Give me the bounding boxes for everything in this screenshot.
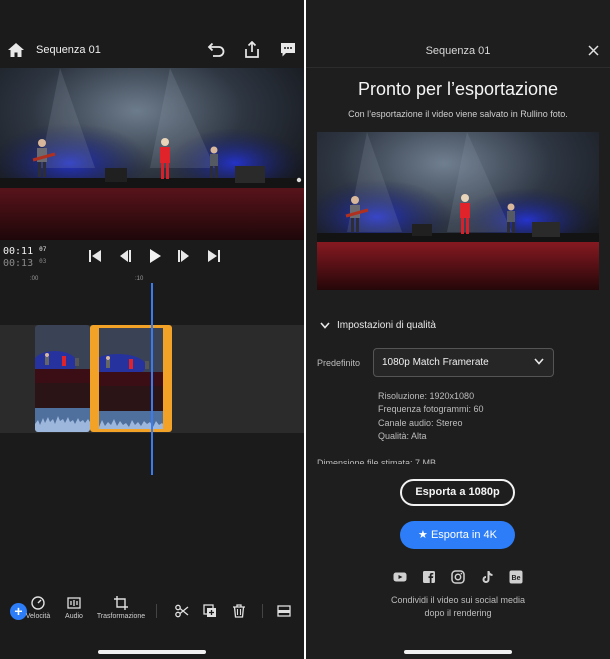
playhead[interactable]: [151, 283, 153, 475]
spec-audio-channel: Canale audio: Stereo: [378, 418, 463, 428]
clip-audio-track: [35, 408, 90, 432]
quality-settings-toggle[interactable]: Impostazioni di qualità: [320, 320, 436, 331]
audio-waveform: [35, 416, 90, 432]
transform-icon: [114, 596, 128, 610]
video-clip-2-selected[interactable]: [90, 325, 172, 432]
more-icon[interactable]: [277, 605, 291, 617]
preset-value: 1080p Match Framerate: [382, 357, 489, 368]
comment-icon[interactable]: [280, 42, 296, 58]
transform-label: Trasformazione: [96, 613, 146, 620]
facebook-icon[interactable]: [422, 570, 436, 584]
current-time: 00:11: [3, 246, 34, 257]
current-timecode: 00:11 07: [3, 246, 46, 257]
transform-tool[interactable]: Trasformazione: [96, 596, 146, 620]
clip-thumbnail: [35, 325, 90, 383]
export-4k-label: Esporta in 4K: [430, 529, 497, 541]
cut-icon[interactable]: [175, 604, 189, 618]
speed-tool[interactable]: Velocità: [24, 596, 52, 620]
trash-icon[interactable]: [232, 604, 246, 618]
behance-icon[interactable]: Be: [509, 570, 523, 584]
speed-label: Velocità: [25, 613, 51, 620]
total-time: 00:13: [3, 258, 34, 269]
clip-audio-track: [93, 411, 169, 429]
ruler-mark-0: :00: [30, 276, 39, 282]
total-frames: 03: [39, 258, 47, 265]
close-icon[interactable]: [588, 45, 599, 56]
spec-quality: Qualità: Alta: [378, 431, 427, 441]
undo-icon[interactable]: [207, 42, 225, 58]
total-timecode: 00:13 03: [3, 258, 46, 269]
share-line-1: Condividi il video sui social media: [390, 595, 526, 605]
toolbar-divider: [262, 604, 263, 618]
video-clip-1[interactable]: [35, 325, 90, 432]
svg-text:Be: Be: [512, 575, 521, 582]
export-4k-button[interactable]: ★ Esporta in 4K: [400, 521, 515, 549]
export-1080p-button[interactable]: Esporta a 1080p: [400, 479, 515, 506]
chevron-down-icon: [534, 358, 544, 365]
toolbar-divider: [156, 604, 157, 618]
speed-icon: [31, 596, 45, 610]
chevron-down-icon: [320, 322, 330, 329]
export-heading: Pronto per l’esportazione: [357, 79, 559, 99]
audio-icon: [67, 597, 81, 609]
star-icon: ★: [418, 529, 428, 541]
add-icon: +: [14, 603, 23, 619]
audio-waveform: [93, 419, 169, 429]
quality-settings-label: Impostazioni di qualità: [337, 320, 436, 331]
tiktok-icon[interactable]: [480, 570, 494, 584]
clip-thumbnail: [93, 328, 169, 386]
home-indicator: [404, 650, 512, 654]
social-icons: Be: [393, 570, 523, 586]
skip-to-start-icon[interactable]: [88, 249, 102, 263]
clip-gap: [93, 386, 169, 411]
export-panel: Sequenza 01 Pronto per l’esportazione Co…: [306, 0, 610, 659]
editor-panel: Sequenza 01 00:11 07 00:13 03:00:10 + …: [0, 0, 304, 659]
home-icon[interactable]: [8, 43, 24, 57]
audio-tool[interactable]: Audio: [62, 596, 86, 620]
home-indicator: [98, 650, 206, 654]
sequence-title: Sequenza 01: [36, 44, 101, 56]
skip-to-end-icon[interactable]: [207, 249, 221, 263]
audio-label: Audio: [65, 613, 83, 620]
spec-resolution: Risoluzione: 1920x1080: [378, 391, 475, 401]
export-header-title: Sequenza 01: [425, 45, 491, 57]
share-line-2: dopo il rendering: [424, 608, 492, 618]
share-icon[interactable]: [244, 41, 260, 58]
ruler-mark-10: :10: [135, 276, 144, 282]
editor-toolbar: + Velocità Audio Trasformazione: [0, 590, 304, 634]
header-divider: [306, 67, 610, 68]
play-icon[interactable]: [148, 249, 162, 263]
spec-framerate: Frequenza fotogrammi: 60: [378, 404, 484, 414]
step-forward-icon[interactable]: [177, 249, 191, 263]
trim-handle-right[interactable]: [163, 328, 169, 429]
scroll-fade: [306, 464, 610, 476]
preset-label: Predefinito: [317, 358, 361, 368]
instagram-icon[interactable]: [451, 570, 465, 584]
export-video-preview: [317, 132, 599, 290]
current-frames: 07: [39, 246, 47, 253]
preset-dropdown[interactable]: 1080p Match Framerate: [373, 348, 554, 377]
export-subheading: Con l’esportazione il video viene salvat…: [348, 109, 568, 119]
editor-header: Sequenza 01: [0, 36, 304, 66]
duplicate-icon[interactable]: [203, 604, 217, 618]
trim-handle-left[interactable]: [93, 328, 99, 429]
youtube-icon[interactable]: [393, 570, 407, 584]
step-back-icon[interactable]: [118, 249, 132, 263]
video-preview[interactable]: [0, 68, 304, 240]
clip-gap: [35, 383, 90, 408]
share-info: Condividi il video sui social media dopo…: [306, 594, 610, 620]
